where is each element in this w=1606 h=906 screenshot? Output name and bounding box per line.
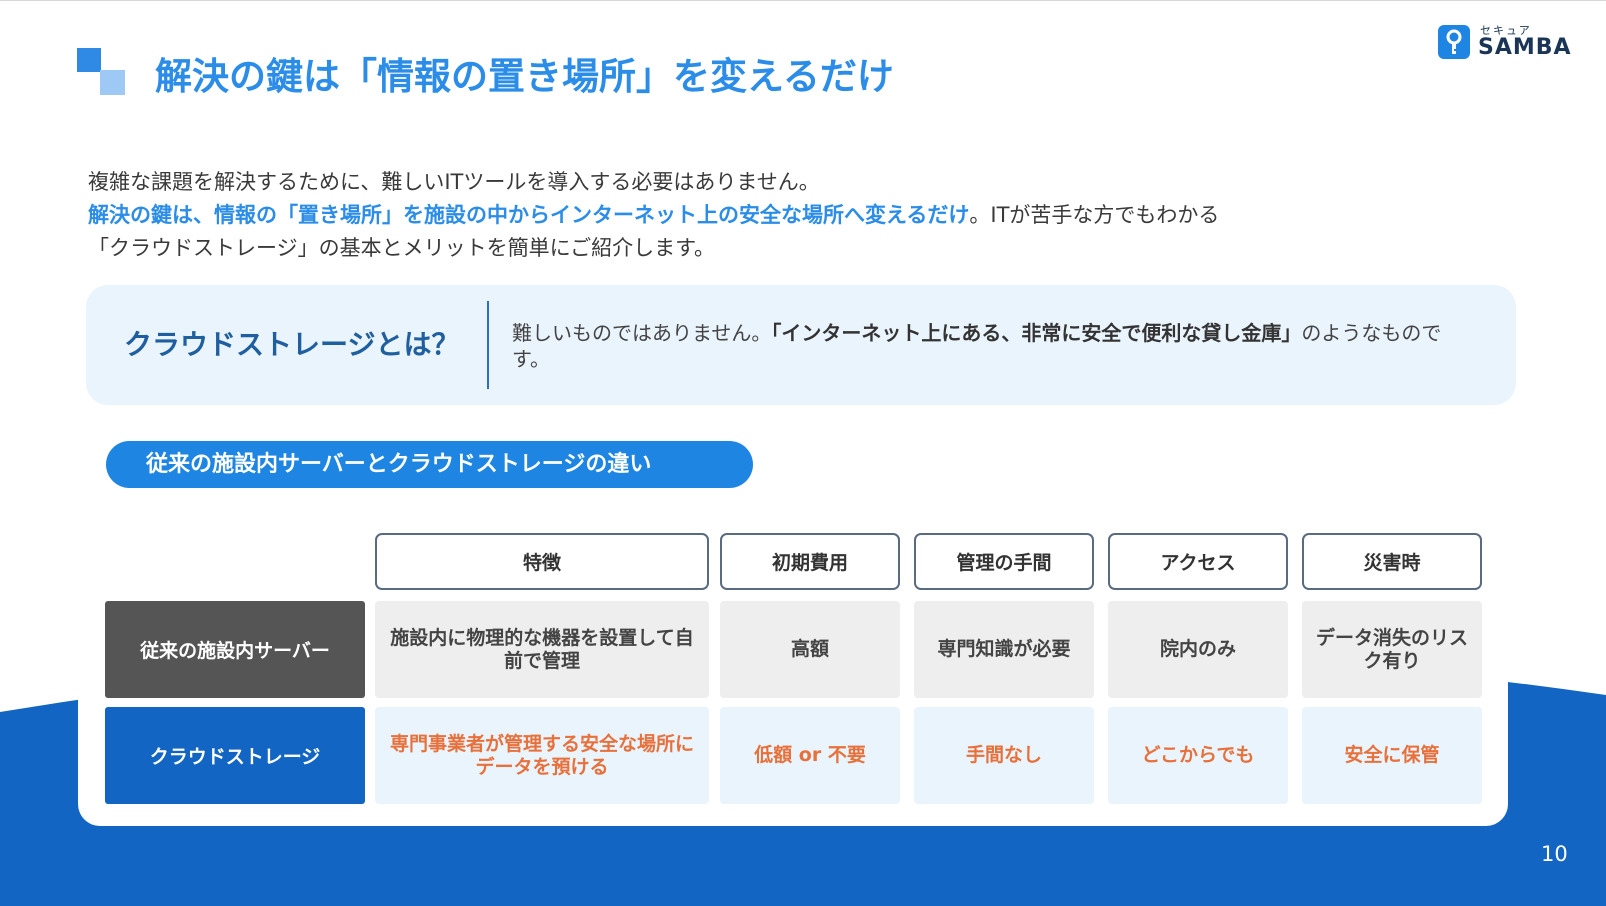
table-cell: 低額 or 不要 <box>720 707 900 804</box>
table-cell: データ消失のリスク有り <box>1302 601 1482 698</box>
column-header: 初期費用 <box>720 533 900 590</box>
intro-highlight: 解決の鍵は、情報の「置き場所」を施設の中からインターネット上の安全な場所へ変える… <box>88 203 970 227</box>
column-header: 災害時 <box>1302 533 1482 590</box>
page-title: 解決の鍵は「情報の置き場所」を変えるだけ <box>155 55 894 98</box>
table-cell: 施設内に物理的な機器を設置して自前で管理 <box>375 601 709 698</box>
title-decoration-square <box>100 70 125 95</box>
row-label-cloud-storage: クラウドストレージ <box>105 707 365 804</box>
table-cell: 院内のみ <box>1108 601 1288 698</box>
definition-text: 難しいものではありません。 <box>512 321 772 345</box>
definition-description: 難しいものではありません。「インターネット上にある、非常に安全で便利な貸し金庫」… <box>512 320 1442 372</box>
intro-paragraph: 複雑な課題を解決するために、難しいITツールを導入する必要はありません。 解決の… <box>88 166 1528 265</box>
definition-emphasis: 「インターネット上にある、非常に安全で便利な貸し金庫」 <box>771 321 1302 345</box>
comparison-title: 従来の施設内サーバーとクラウドストレージの違い <box>106 441 753 488</box>
column-header: アクセス <box>1108 533 1288 590</box>
intro-line: 「クラウドストレージ」の基本とメリットを簡単にご紹介します。 <box>88 236 716 260</box>
table-cell: 安全に保管 <box>1302 707 1482 804</box>
definition-term: クラウドストレージとは？ <box>124 328 460 361</box>
samba-logo: セキュア SAMBA <box>1438 22 1573 62</box>
definition-box: クラウドストレージとは？ 難しいものではありません。「インターネット上にある、非… <box>86 285 1516 405</box>
definition-divider <box>487 301 489 389</box>
title-decoration-square <box>77 48 101 72</box>
intro-text: 。ITが苦手な方でもわかる <box>969 203 1220 227</box>
table-cell: 手間なし <box>914 707 1094 804</box>
table-cell: 高額 <box>720 601 900 698</box>
column-header: 管理の手間 <box>914 533 1094 590</box>
intro-line: 解決の鍵は、情報の「置き場所」を施設の中からインターネット上の安全な場所へ変える… <box>88 199 1528 232</box>
key-logo-icon <box>1438 25 1470 59</box>
table-cell: 専門知識が必要 <box>914 601 1094 698</box>
logo-name: SAMBA <box>1478 35 1572 60</box>
column-header: 特徴 <box>375 533 709 590</box>
table-cell: どこからでも <box>1108 707 1288 804</box>
table-cell: 専門事業者が管理する安全な場所にデータを預ける <box>375 707 709 804</box>
row-label-legacy-server: 従来の施設内サーバー <box>105 601 365 698</box>
page-number: 10 <box>1541 842 1568 866</box>
intro-line: 複雑な課題を解決するために、難しいITツールを導入する必要はありません。 <box>88 170 820 194</box>
